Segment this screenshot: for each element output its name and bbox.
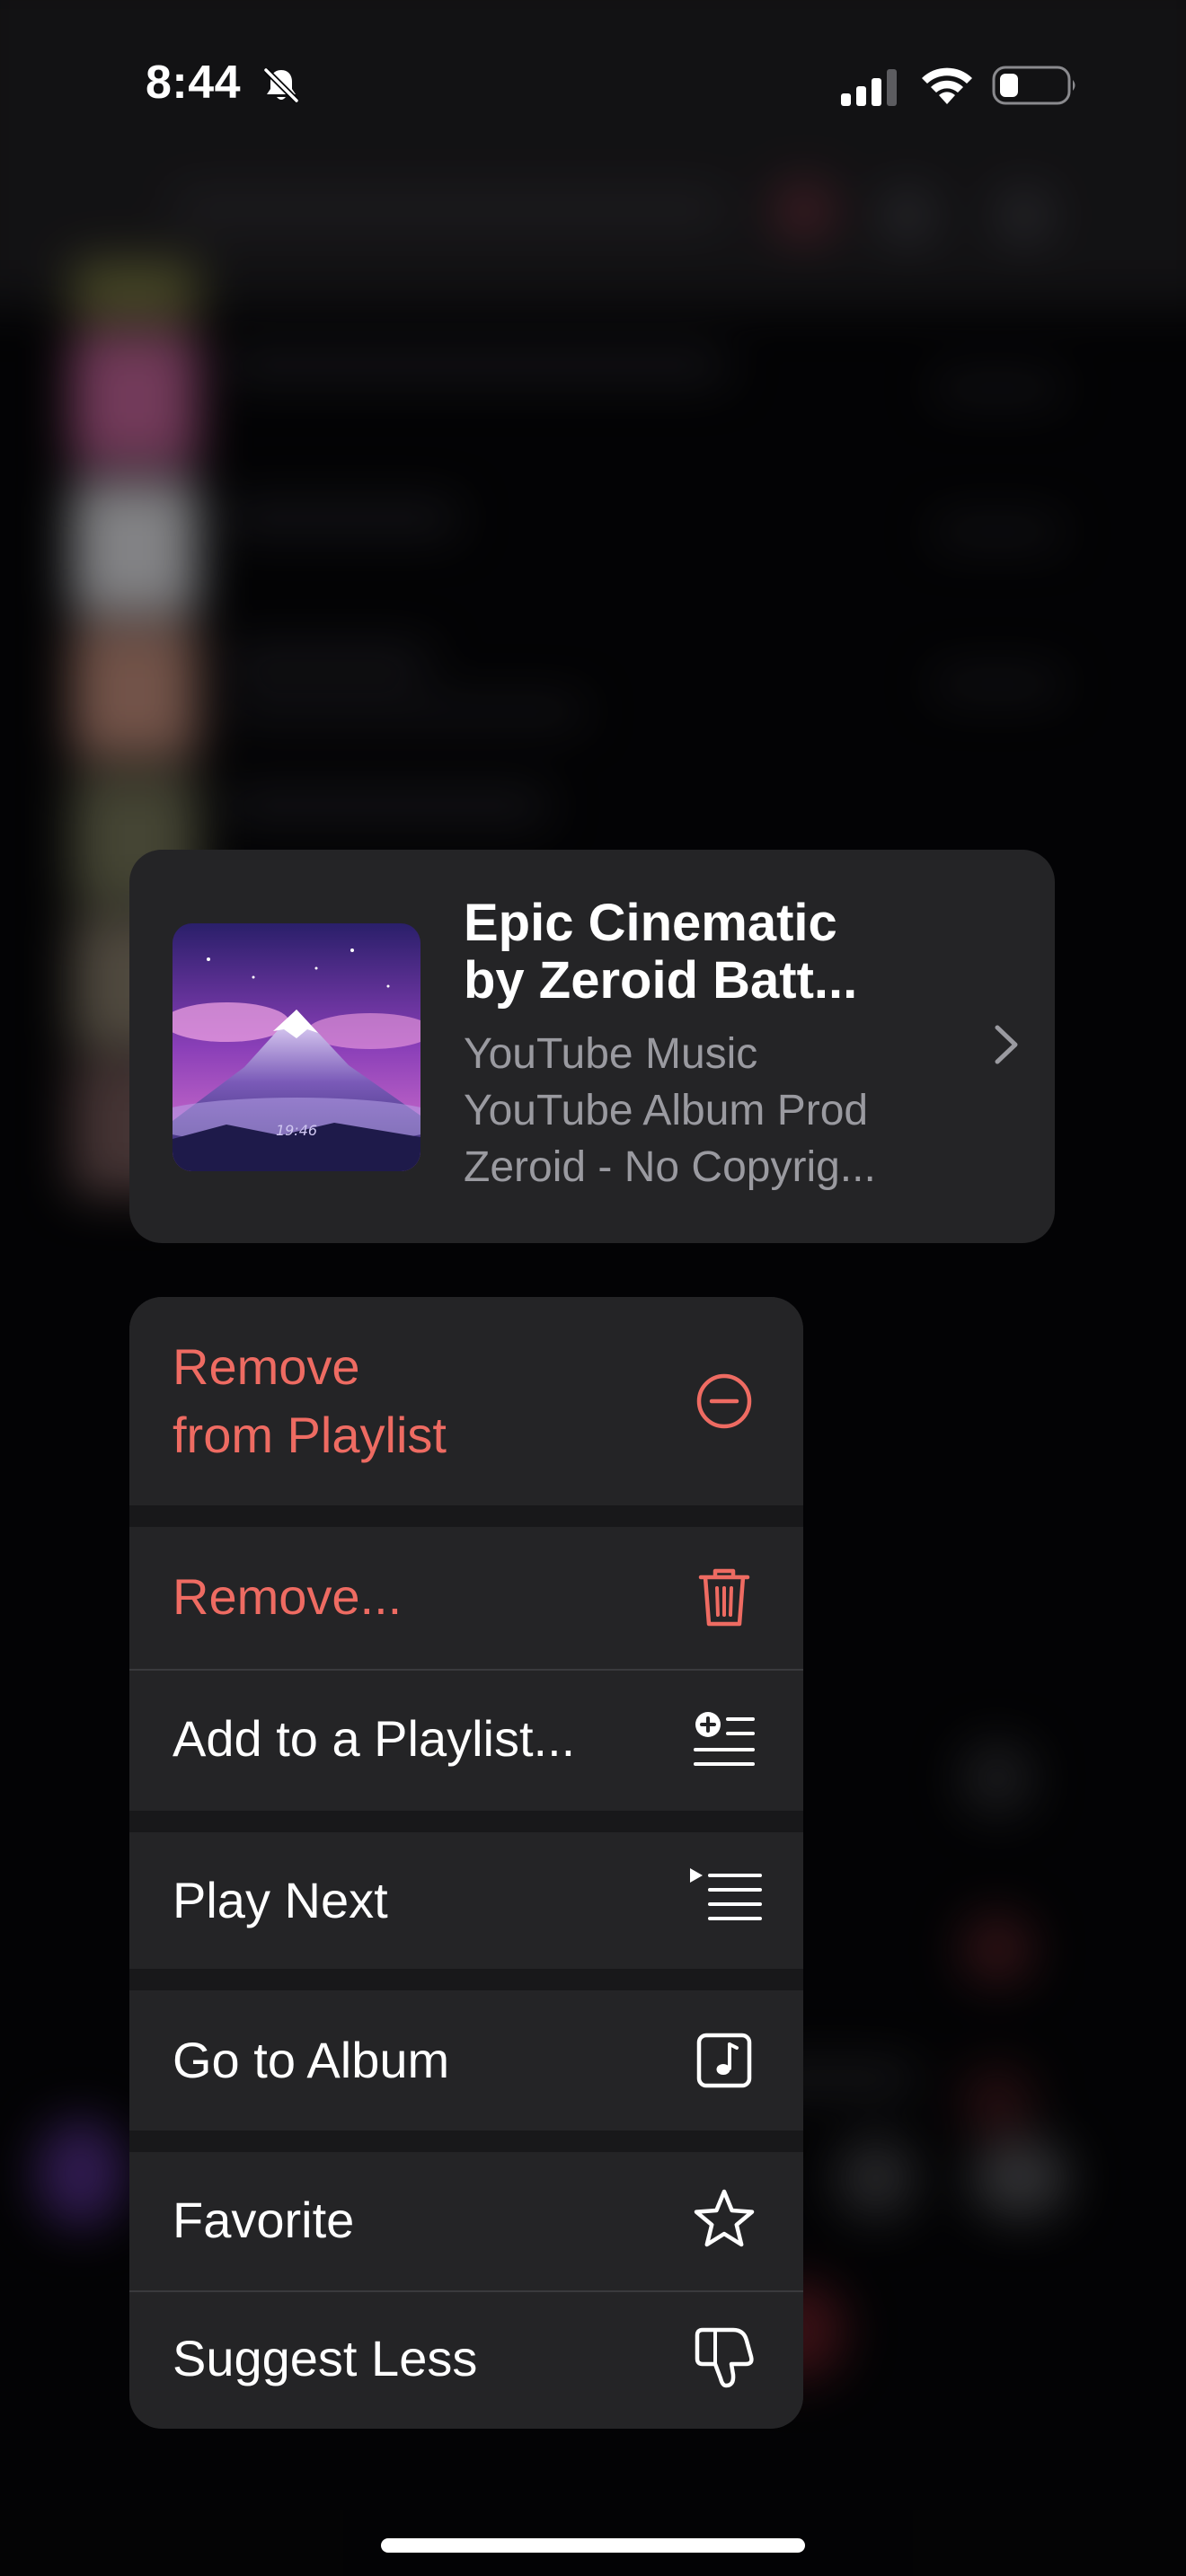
- remove-button[interactable]: Remove...: [129, 1527, 803, 1669]
- svg-text:19:46: 19:46: [276, 1122, 317, 1139]
- subtitle-line: YouTube Music: [464, 1030, 758, 1078]
- add-to-playlist-button[interactable]: Add to a Playlist...: [129, 1671, 803, 1811]
- menu-item-label: Suggest Less: [173, 2330, 478, 2386]
- menu-item-label: Play Next: [173, 1872, 388, 1928]
- favorite-button[interactable]: Favorite: [129, 2152, 803, 2290]
- music-note-square-icon: [696, 2033, 752, 2088]
- subtitle-line: YouTube Album Prod: [464, 1087, 869, 1134]
- context-menu: Remove from Playlist Remove... Add to a …: [129, 1297, 803, 2429]
- song-preview-card[interactable]: 19:46 Epic Cinematic by Zeroid Batt... Y…: [129, 850, 1055, 1243]
- star-icon: [694, 2189, 755, 2247]
- remove-from-playlist-button[interactable]: Remove from Playlist: [129, 1297, 803, 1505]
- play-next-button[interactable]: Play Next: [129, 1832, 803, 1969]
- menu-item-label: Favorite: [173, 2192, 355, 2248]
- menu-item-label: Remove...: [173, 1568, 403, 1625]
- song-subtitle: YouTube Music YouTube Album Prod Zeroid …: [464, 1026, 931, 1195]
- cellular-signal-icon: [841, 69, 897, 106]
- bell-slash-icon: [263, 67, 299, 103]
- subtitle-line: Zeroid - No Copyrig...: [464, 1143, 876, 1191]
- thumbs-down-icon: [695, 2327, 754, 2388]
- album-artwork: 19:46: [173, 923, 420, 1171]
- suggest-less-button[interactable]: Suggest Less: [129, 2292, 803, 2429]
- menu-item-label: Add to a Playlist...: [173, 1710, 576, 1767]
- go-to-album-button[interactable]: Go to Album: [129, 1990, 803, 2130]
- menu-item-label: Go to Album: [173, 2032, 450, 2088]
- play-next-icon: [690, 1868, 762, 1920]
- battery-icon: [992, 66, 1075, 105]
- add-to-playlist-icon: [694, 1712, 755, 1766]
- menu-item-label: from Playlist: [173, 1407, 447, 1463]
- chevron-right-icon[interactable]: [978, 1017, 1033, 1072]
- menu-item-label: Remove: [173, 1338, 360, 1395]
- status-time: 8:44: [146, 57, 242, 109]
- wifi-icon: [922, 67, 972, 104]
- minus-circle-icon: [696, 1373, 752, 1429]
- trash-icon: [698, 1568, 750, 1627]
- status-bar: 8:44: [0, 0, 1186, 171]
- home-indicator[interactable]: [381, 2538, 805, 2553]
- song-title: Epic Cinematic by Zeroid Batt...: [464, 895, 858, 1010]
